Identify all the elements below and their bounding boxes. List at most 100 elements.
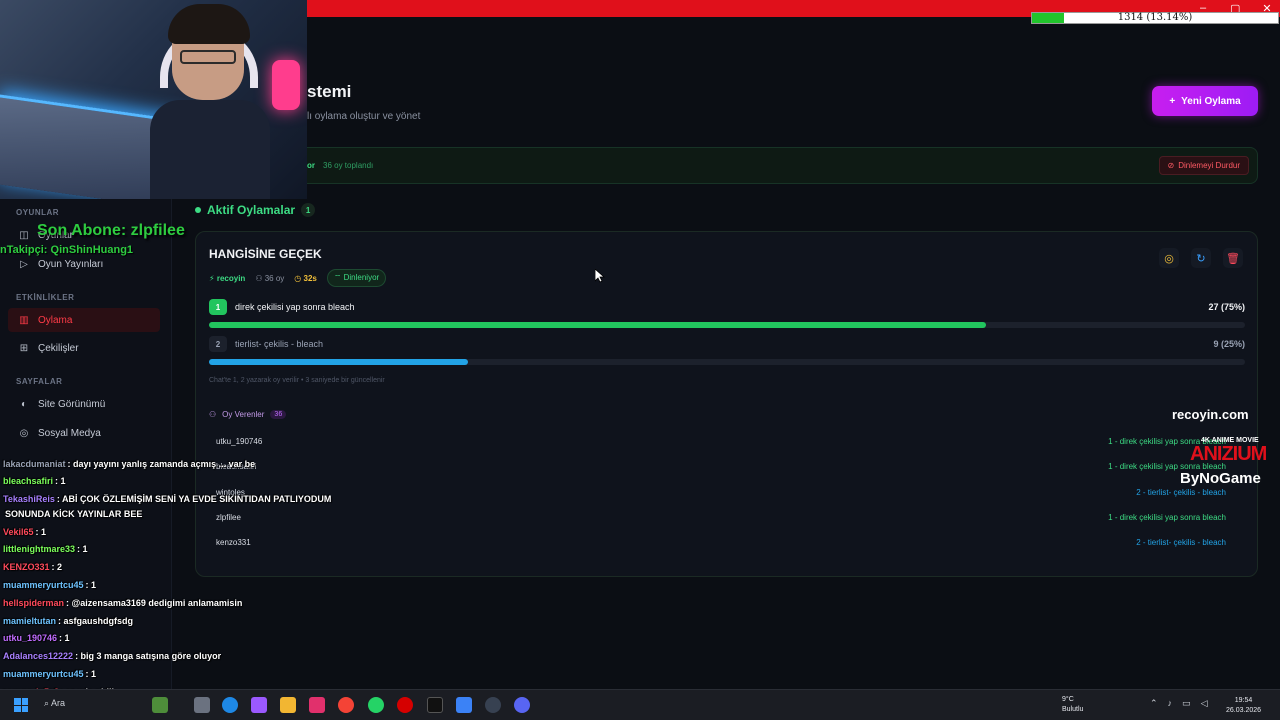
webcam-feed: [0, 0, 307, 199]
glasses: [180, 50, 236, 64]
gamepad-icon: ◫: [19, 229, 29, 241]
widgets-icon[interactable]: [152, 697, 168, 713]
option-result: 27 (75%): [1208, 302, 1245, 312]
taskbar-search[interactable]: ⌕ Ara: [44, 698, 65, 709]
chat-username: hellspiderman: [3, 598, 65, 608]
weather-widget[interactable]: 9°C Bulutlu: [1062, 695, 1083, 715]
option-label: direk çekilisi yap sonra bleach: [235, 302, 355, 312]
goal-text: 1314 (13.14%): [1117, 12, 1193, 23]
stop-listening-label: Dinlemeyi Durdur: [1178, 161, 1240, 170]
timer-text: 32s: [303, 273, 317, 283]
refresh-icon[interactable]: ↻: [1191, 248, 1211, 268]
sidebar-item-label: Site Görünümü: [38, 398, 106, 410]
chat-username: utku_190746: [3, 633, 58, 643]
clock-date: 26.03.2026: [1226, 707, 1262, 714]
voter-choice: 2 - tierlist- çekilis - bleach: [1136, 537, 1226, 547]
sidebar-item-social-media[interactable]: ◎ Sosyal Medya: [8, 421, 160, 445]
clock-time: 19:54: [1234, 697, 1253, 704]
voter-name: utku_190746: [216, 436, 263, 446]
chat-text: : 1: [85, 669, 97, 679]
instagram-icon[interactable]: [309, 697, 325, 713]
chat-text: : dayı yayını yanlış zamanda açmış ... v…: [67, 459, 256, 469]
option-result: 9 (25%): [1213, 339, 1245, 349]
chat-message: mamieltutan: asfgaushdgfsdg: [3, 616, 133, 626]
obs-icon[interactable]: [485, 697, 501, 713]
poll-author: ⚡ recoyin: [209, 273, 246, 283]
weather-temp: 9°C: [1062, 696, 1074, 703]
mute-icon: ⊘: [1167, 161, 1175, 170]
sidebar-item-site-appearance[interactable]: ◐ Site Görünümü: [8, 392, 160, 416]
poll-votes: ⚇ 36 oy: [255, 273, 285, 283]
chat-message: hellspiderman: @aizensama3169 dedigimi a…: [3, 598, 242, 608]
option-progress-track: [209, 322, 1245, 328]
plus-icon: +: [1169, 95, 1176, 107]
task-view-icon[interactable]: [194, 697, 210, 713]
chat-text: : ABİ ÇOK ÖZLEMİŞİM SENİ YA EVDE SIKINTI…: [56, 494, 332, 504]
new-poll-button[interactable]: + Yeni Oylama: [1152, 86, 1258, 116]
chat-message: utku_190746: 1: [3, 633, 70, 643]
target-icon[interactable]: ◎: [1159, 248, 1179, 268]
poll-icon: ▥: [19, 314, 29, 326]
webcam-light: [272, 60, 300, 110]
anizium-logo: ANIZIUM: [1190, 443, 1267, 465]
chat-message: littlenightmare33: 1: [3, 544, 88, 554]
chrome-icon[interactable]: [338, 697, 354, 713]
volume-icon[interactable]: ◁: [1201, 698, 1208, 709]
chat-username: mamieltutan: [3, 616, 57, 626]
voter-name: kenzo331: [216, 537, 251, 547]
page-title: stemi: [307, 82, 352, 101]
option-progress-track: [209, 359, 1245, 365]
sidebar-item-giveaways[interactable]: ⊞ Çekilişler: [8, 336, 160, 360]
opera-icon[interactable]: [397, 697, 413, 713]
chat-message: muammeryurtcu45: 1: [3, 580, 96, 590]
chat-message: TekashiReis: ABİ ÇOK ÖZLEMİŞİM SENİ YA E…: [3, 494, 331, 504]
voter-row: utku_190746 1 - direk çekilisi yap sonra …: [216, 433, 1226, 449]
chat-message: Adalances12222: big 3 manga satışına gör…: [3, 651, 221, 661]
new-poll-label: Yeni Oylama: [1181, 95, 1241, 107]
sidebar-item-poll[interactable]: ▥ Oylama: [8, 308, 160, 332]
status-badge: ⌔ Dinleniyor: [326, 269, 387, 287]
chat-username: muammeryurtcu45: [3, 580, 84, 590]
page-subtitle: lı oylama oluştur ve yönet: [307, 111, 421, 122]
stop-listening-button[interactable]: ⊘ Dinlemeyi Durdur: [1158, 156, 1249, 175]
sidebar-item-label: Oyun Yayınları: [38, 258, 104, 270]
chat-username: bleachsafiri: [3, 476, 54, 486]
edge-icon[interactable]: [222, 697, 238, 713]
users-icon: ⚇: [209, 410, 217, 419]
folder-icon[interactable]: [280, 697, 296, 713]
whatsapp-icon[interactable]: [368, 697, 384, 713]
recoyin-logo: recoyin.com: [1172, 407, 1249, 422]
network-icon[interactable]: ▭: [1182, 698, 1191, 709]
option-number: 2: [209, 336, 227, 352]
chat-text: SONUNDA KİCK YAYINLAR BEE: [5, 509, 143, 519]
chat-text: : 2: [51, 562, 63, 572]
chevron-up-icon[interactable]: ⌃: [1150, 698, 1158, 709]
voters-heading: ⚇ Oy Verenler 36: [209, 410, 287, 419]
app-icon[interactable]: [427, 697, 443, 713]
chat-text: : asfgaushdgfsdg: [58, 616, 134, 626]
sidebar-item-label: Sosyal Medya: [38, 427, 101, 439]
last-follower-overlay: nTakipçi: QinShinHuang1: [0, 244, 134, 256]
status-text: Dinleniyor: [343, 273, 380, 282]
chat-username: KENZO331: [3, 562, 50, 572]
poll-actions: ◎ ↻ 🗑: [1159, 248, 1243, 268]
voter-row: zlpfilee 1 - direk çekilisi yap sonra ble…: [216, 509, 1226, 525]
microphone-icon[interactable]: ♪: [1168, 698, 1173, 709]
chat-username: muammeryurtcu45: [3, 669, 84, 679]
start-button[interactable]: [14, 698, 28, 712]
banner-status: or: [307, 161, 315, 170]
taskbar: ⌕ Ara 9°C Bulutlu ⌃ ♪ ▭ ◁ 19:54 26.03.20…: [0, 689, 1280, 720]
globe-icon: ◎: [19, 427, 29, 439]
discord-icon[interactable]: [514, 697, 530, 713]
author-name: recoyin: [216, 273, 246, 283]
palette-icon: ◐: [20, 398, 28, 410]
chat-text: : 1: [35, 527, 47, 537]
chat-text: : 1: [59, 633, 70, 643]
clock[interactable]: 19:54 26.03.2026: [1226, 696, 1261, 716]
gift-icon: ⊞: [19, 342, 29, 354]
chat-username: Adalances12222: [3, 651, 74, 661]
copilot-icon[interactable]: [251, 697, 267, 713]
trash-icon[interactable]: 🗑: [1223, 248, 1243, 268]
chat-message: bleachsafiri: 1: [3, 476, 66, 486]
network-app-icon[interactable]: [456, 697, 472, 713]
